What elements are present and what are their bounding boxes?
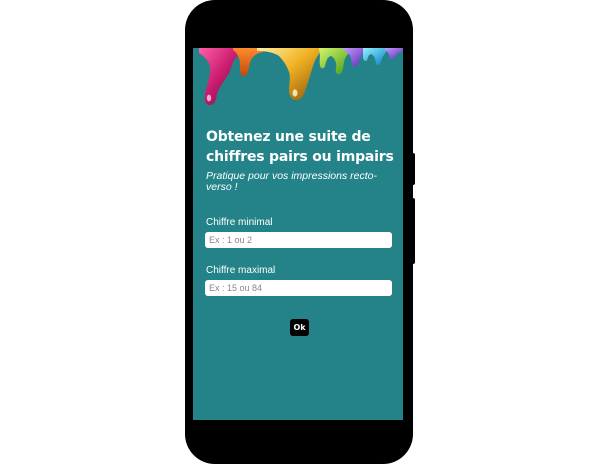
phone-power-button (410, 153, 415, 185)
paint-drips-image (199, 48, 403, 105)
min-number-label: Chiffre minimal (206, 217, 273, 228)
page-title: Obtenez une suite de chiffres pairs ou i… (206, 129, 394, 165)
app-screen: Obtenez une suite de chiffres pairs ou i… (193, 48, 403, 420)
page: Obtenez une suite de chiffres pairs ou i… (0, 0, 600, 464)
ok-button[interactable]: Ok (290, 319, 309, 336)
phone-volume-button (410, 198, 415, 264)
max-number-label: Chiffre maximal (206, 265, 276, 276)
min-number-input[interactable] (205, 232, 392, 248)
page-subtitle: Pratique pour vos impressions recto-vers… (206, 170, 377, 193)
max-number-input[interactable] (205, 280, 392, 296)
